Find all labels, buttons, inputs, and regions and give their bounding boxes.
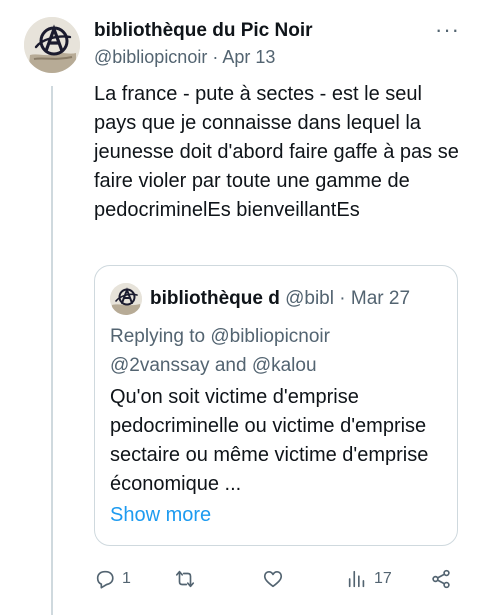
- quoted-avatar[interactable]: [110, 283, 142, 315]
- views-button[interactable]: 17: [346, 562, 392, 596]
- meta-separator: ·: [212, 47, 219, 67]
- replying-prefix: Replying to: [110, 326, 206, 347]
- quoted-avatar-logo-icon: [110, 283, 142, 315]
- quoted-date[interactable]: Mar 27: [351, 288, 410, 309]
- avatar[interactable]: [24, 17, 80, 73]
- tweet-text: La france - pute à sectes - est le seul …: [94, 83, 459, 221]
- replying-to: Replying to @bibliopicnoir @2vanssay and…: [110, 322, 440, 380]
- display-name[interactable]: bibliothèque du Pic Noir: [94, 18, 460, 44]
- quoted-meta-separator: ·: [339, 288, 346, 309]
- mention-2vanssay[interactable]: @2vanssay: [110, 355, 210, 376]
- like-icon: [263, 571, 283, 588]
- quoted-display-name[interactable]: bibliothèque d: [150, 288, 280, 309]
- reply-icon: [96, 570, 114, 589]
- reply-count: 1: [122, 570, 131, 587]
- handle[interactable]: @bibliopicnoir: [94, 47, 207, 67]
- views-icon: [348, 570, 365, 588]
- avatar-logo-icon: [24, 17, 80, 73]
- tweet-date[interactable]: Apr 13: [222, 47, 275, 67]
- views-count: 17: [374, 570, 392, 587]
- replying-and: and: [214, 355, 247, 376]
- show-more-link[interactable]: Show more: [110, 501, 211, 529]
- quoted-header: bibliothèque d @bibl · Mar 27: [150, 286, 447, 312]
- retweet-icon: [175, 570, 195, 588]
- share-button[interactable]: [430, 562, 452, 596]
- like-button[interactable]: [262, 562, 284, 596]
- share-icon: [432, 569, 450, 589]
- tweet-header: bibliothèque du Pic Noir ··· @bibliopicn…: [94, 18, 460, 69]
- tweet-meta: @bibliopicnoir · Apr 13: [94, 45, 460, 69]
- mention-kalou[interactable]: @kalou: [252, 355, 317, 376]
- thread-line: [51, 86, 53, 615]
- mention-bibliopicnoir[interactable]: @bibliopicnoir: [210, 326, 330, 347]
- quoted-handle[interactable]: @bibl: [285, 288, 334, 309]
- action-bar: 1 17: [94, 562, 464, 596]
- quoted-tweet[interactable]: bibliothèque d @bibl · Mar 27 Replying t…: [94, 265, 458, 546]
- quoted-text: Qu'on soit victime d'emprise pedocrimine…: [110, 386, 429, 495]
- reply-button[interactable]: 1: [94, 562, 131, 596]
- retweet-button[interactable]: [174, 562, 196, 596]
- more-options-icon[interactable]: ···: [435, 19, 460, 41]
